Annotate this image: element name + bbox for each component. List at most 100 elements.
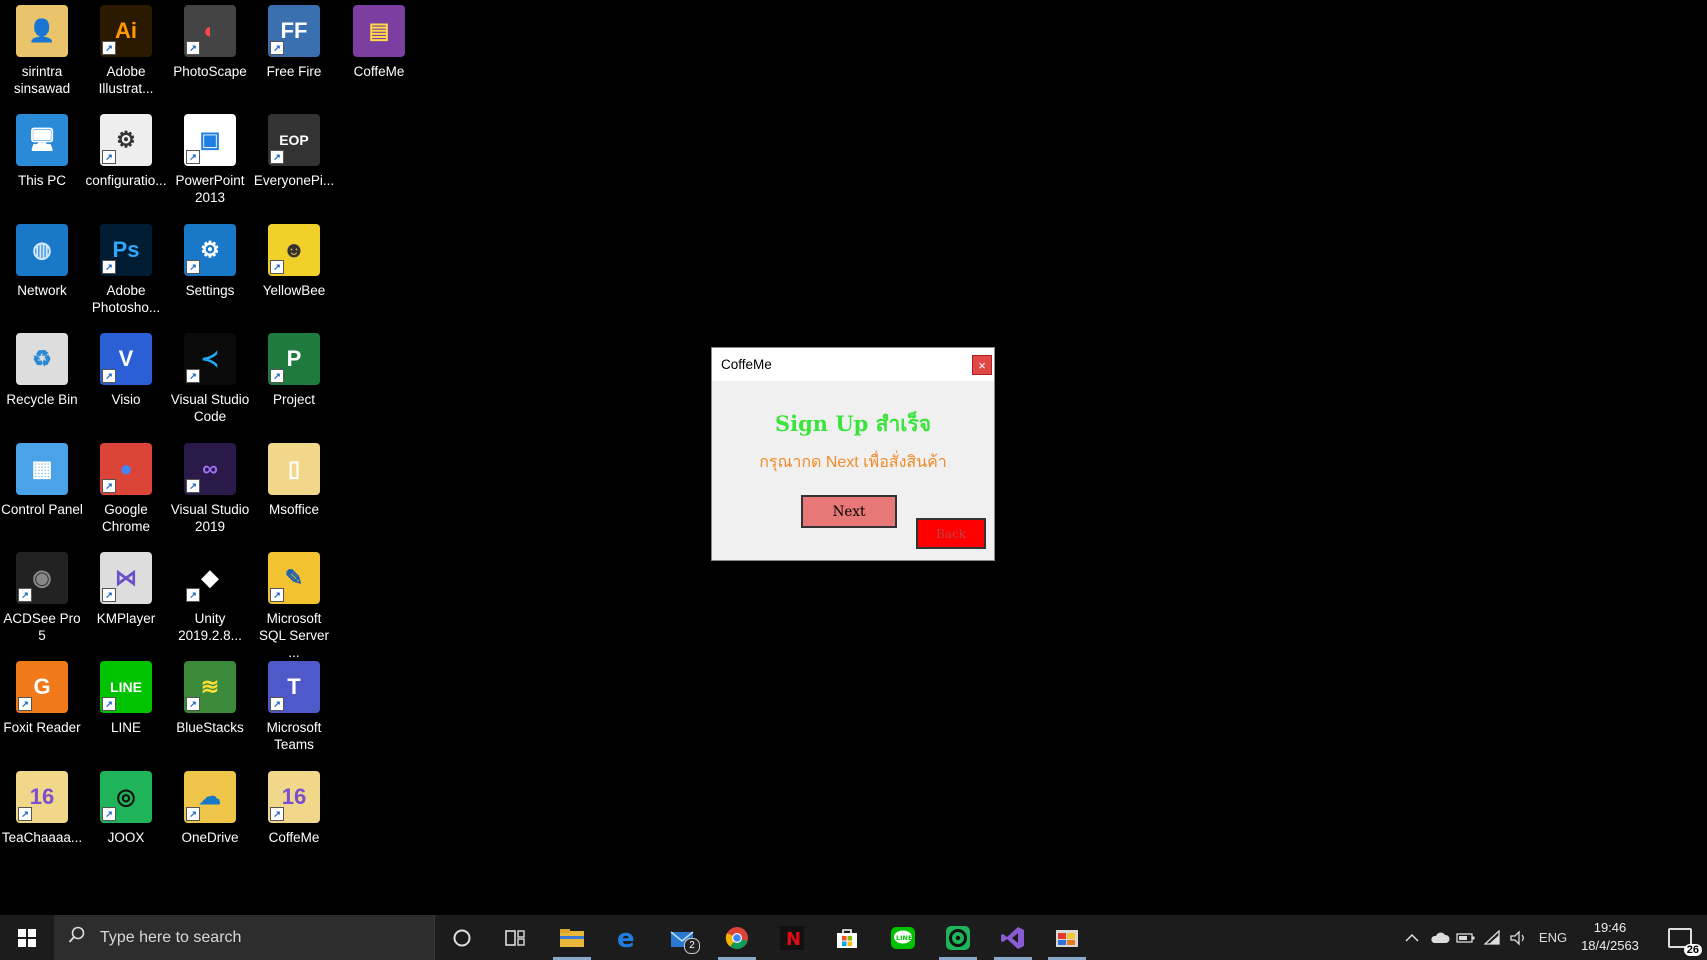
desktop-icon[interactable]: ☁ ↗ OneDrive bbox=[168, 771, 252, 846]
clock-date: 18/4/2563 bbox=[1581, 938, 1639, 953]
file-explorer-icon bbox=[560, 928, 584, 947]
search-input[interactable] bbox=[98, 927, 402, 948]
desktop-icon-label: Settings bbox=[185, 283, 235, 298]
taskbar-file-explorer[interactable] bbox=[547, 915, 597, 960]
desktop-icon[interactable]: ▤ CoffeMe bbox=[337, 5, 421, 80]
desktop-icon[interactable]: ⚙ ↗ configuratio... bbox=[84, 114, 168, 189]
start-button[interactable] bbox=[0, 915, 54, 960]
svg-text:e: e bbox=[617, 926, 635, 950]
shortcut-arrow-icon: ↗ bbox=[102, 260, 116, 274]
desktop-icon[interactable]: ⋈ ↗ KMPlayer bbox=[84, 552, 168, 627]
desktop-icon[interactable]: P ↗ Project bbox=[252, 333, 336, 408]
shortcut-arrow-icon: ↗ bbox=[270, 41, 284, 55]
taskbar: e 2 N LINE ENG 19:46 18/4/2563 bbox=[0, 915, 1707, 960]
desktop-icon[interactable]: G ↗ Foxit Reader bbox=[0, 661, 84, 736]
desktop-icon-label: Visual Studio 2019 bbox=[170, 502, 250, 534]
taskbar-edge[interactable]: e bbox=[603, 915, 653, 960]
desktop-icon[interactable]: ✎ ↗ Microsoft SQL Server ... bbox=[252, 552, 336, 661]
onedrive-tray[interactable] bbox=[1428, 915, 1452, 960]
taskbar-line[interactable]: LINE bbox=[878, 915, 928, 960]
taskbar-mail[interactable]: 2 bbox=[658, 915, 708, 960]
desktop-icon[interactable]: LINE ↗ LINE bbox=[84, 661, 168, 736]
desktop-icon-label: Adobe Illustrat... bbox=[98, 64, 154, 96]
control-panel-icon: ▦ bbox=[16, 443, 68, 495]
desktop-icon-label: Free Fire bbox=[266, 64, 322, 79]
everyonepiano-icon: EOP ↗ bbox=[268, 114, 320, 166]
battery-tray[interactable] bbox=[1454, 915, 1478, 960]
desktop-icon[interactable]: V ↗ Visio bbox=[84, 333, 168, 408]
system-clock[interactable]: 19:46 18/4/2563 bbox=[1572, 919, 1648, 955]
taskbar-search[interactable] bbox=[54, 915, 435, 960]
cortana-circle-icon bbox=[453, 929, 471, 946]
desktop-icon[interactable]: ⚙ ↗ Settings bbox=[168, 224, 252, 299]
desktop-icon[interactable]: ☻ ↗ YellowBee bbox=[252, 224, 336, 299]
shortcut-arrow-icon: ↗ bbox=[186, 150, 200, 164]
photoshop-icon: Ps ↗ bbox=[100, 224, 152, 276]
desktop-icon[interactable]: ▣ ↗ PowerPoint 2013 bbox=[168, 114, 252, 206]
desktop-icon[interactable]: 👤 sirintra sinsawad bbox=[0, 5, 84, 97]
desktop-icon[interactable]: EOP ↗ EveryonePi... bbox=[252, 114, 336, 189]
desktop-icon-label: Microsoft Teams bbox=[266, 720, 322, 752]
desktop-icon[interactable]: 16 ↗ CoffeMe bbox=[252, 771, 336, 846]
dialog-titlebar[interactable]: CoffeMe × bbox=[712, 348, 994, 381]
desktop-icon[interactable]: ≺ ↗ Visual Studio Code bbox=[168, 333, 252, 425]
taskbar-chrome[interactable] bbox=[712, 915, 762, 960]
desktop-icon[interactable]: 🖥 This PC bbox=[0, 114, 84, 189]
desktop-icon[interactable]: FF ↗ Free Fire bbox=[252, 5, 336, 80]
notification-count: 26 bbox=[1683, 943, 1702, 956]
line-icon: LINE bbox=[891, 926, 915, 949]
next-button[interactable]: Next bbox=[801, 495, 897, 528]
desktop-icon[interactable]: T ↗ Microsoft Teams bbox=[252, 661, 336, 753]
back-button[interactable]: Back bbox=[916, 518, 986, 549]
desktop-icon[interactable]: Ps ↗ Adobe Photosho... bbox=[84, 224, 168, 316]
desktop-icon[interactable]: ◍ Network bbox=[0, 224, 84, 299]
desktop-icon[interactable]: ♻ Recycle Bin bbox=[0, 333, 84, 408]
shortcut-arrow-icon: ↗ bbox=[18, 807, 32, 821]
desktop-icon-label: Network bbox=[17, 283, 67, 298]
mail-count-badge: 2 bbox=[684, 938, 700, 954]
desktop-icon[interactable]: ▦ Control Panel bbox=[0, 443, 84, 518]
taskbar-visual-studio[interactable] bbox=[988, 915, 1038, 960]
desktop-icon[interactable]: ◎ ↗ JOOX bbox=[84, 771, 168, 846]
chevron-up-icon bbox=[1405, 933, 1419, 942]
task-view-button[interactable] bbox=[490, 915, 540, 960]
foxit-pdf-icon: G ↗ bbox=[16, 661, 68, 713]
acdsee-camera-icon: ◉ ↗ bbox=[16, 552, 68, 604]
taskbar-netflix[interactable]: N bbox=[767, 915, 817, 960]
shortcut-arrow-icon: ↗ bbox=[186, 697, 200, 711]
shortcut-arrow-icon: ↗ bbox=[270, 150, 284, 164]
volume-tray[interactable] bbox=[1507, 915, 1531, 960]
desktop-icon-label: Foxit Reader bbox=[3, 720, 81, 735]
taskbar-joox[interactable] bbox=[933, 915, 983, 960]
action-center-button[interactable]: 26 bbox=[1656, 915, 1704, 960]
desktop-icon[interactable]: ● ↗ Google Chrome bbox=[84, 443, 168, 535]
teams-icon: T ↗ bbox=[268, 661, 320, 713]
shortcut-arrow-icon: ↗ bbox=[102, 150, 116, 164]
chrome-icon bbox=[725, 926, 748, 949]
taskbar-coffeme-app[interactable] bbox=[1042, 915, 1092, 960]
vscode-icon: ≺ ↗ bbox=[184, 333, 236, 385]
shortcut-arrow-icon: ↗ bbox=[186, 479, 200, 493]
user-folder-icon: 👤 bbox=[16, 5, 68, 57]
desktop-icon[interactable]: ∞ ↗ Visual Studio 2019 bbox=[168, 443, 252, 535]
language-indicator[interactable]: ENG bbox=[1536, 915, 1570, 960]
desktop-icon[interactable]: ≋ ↗ BlueStacks bbox=[168, 661, 252, 736]
close-button[interactable]: × bbox=[972, 355, 992, 375]
instruction-text: กรุณากด Next เพื่อสั่งสินค้า bbox=[759, 454, 947, 471]
show-hidden-icons-button[interactable] bbox=[1400, 915, 1424, 960]
cortana-button[interactable] bbox=[437, 915, 487, 960]
wifi-tray[interactable] bbox=[1481, 915, 1505, 960]
desktop-icon[interactable]: ◉ ↗ ACDSee Pro 5 bbox=[0, 552, 84, 644]
shortcut-arrow-icon: ↗ bbox=[270, 369, 284, 383]
powerpoint-icon: ▣ ↗ bbox=[184, 114, 236, 166]
desktop-icon[interactable]: ◐ ↗ PhotoScape bbox=[168, 5, 252, 80]
taskbar-store[interactable] bbox=[822, 915, 872, 960]
desktop-icon[interactable]: ▯ Msoffice bbox=[252, 443, 336, 518]
shortcut-arrow-icon: ↗ bbox=[186, 807, 200, 821]
desktop-icon[interactable]: Ai ↗ Adobe Illustrat... bbox=[84, 5, 168, 97]
desktop-icon[interactable]: ◆ ↗ Unity 2019.2.8... bbox=[168, 552, 252, 644]
desktop-icon[interactable]: 16 ↗ TeaChaaaa... bbox=[0, 771, 84, 846]
desktop-icon-label: sirintra sinsawad bbox=[13, 64, 71, 96]
desktop-icon-label: PhotoScape bbox=[173, 64, 247, 79]
edge-icon: e bbox=[617, 926, 635, 950]
